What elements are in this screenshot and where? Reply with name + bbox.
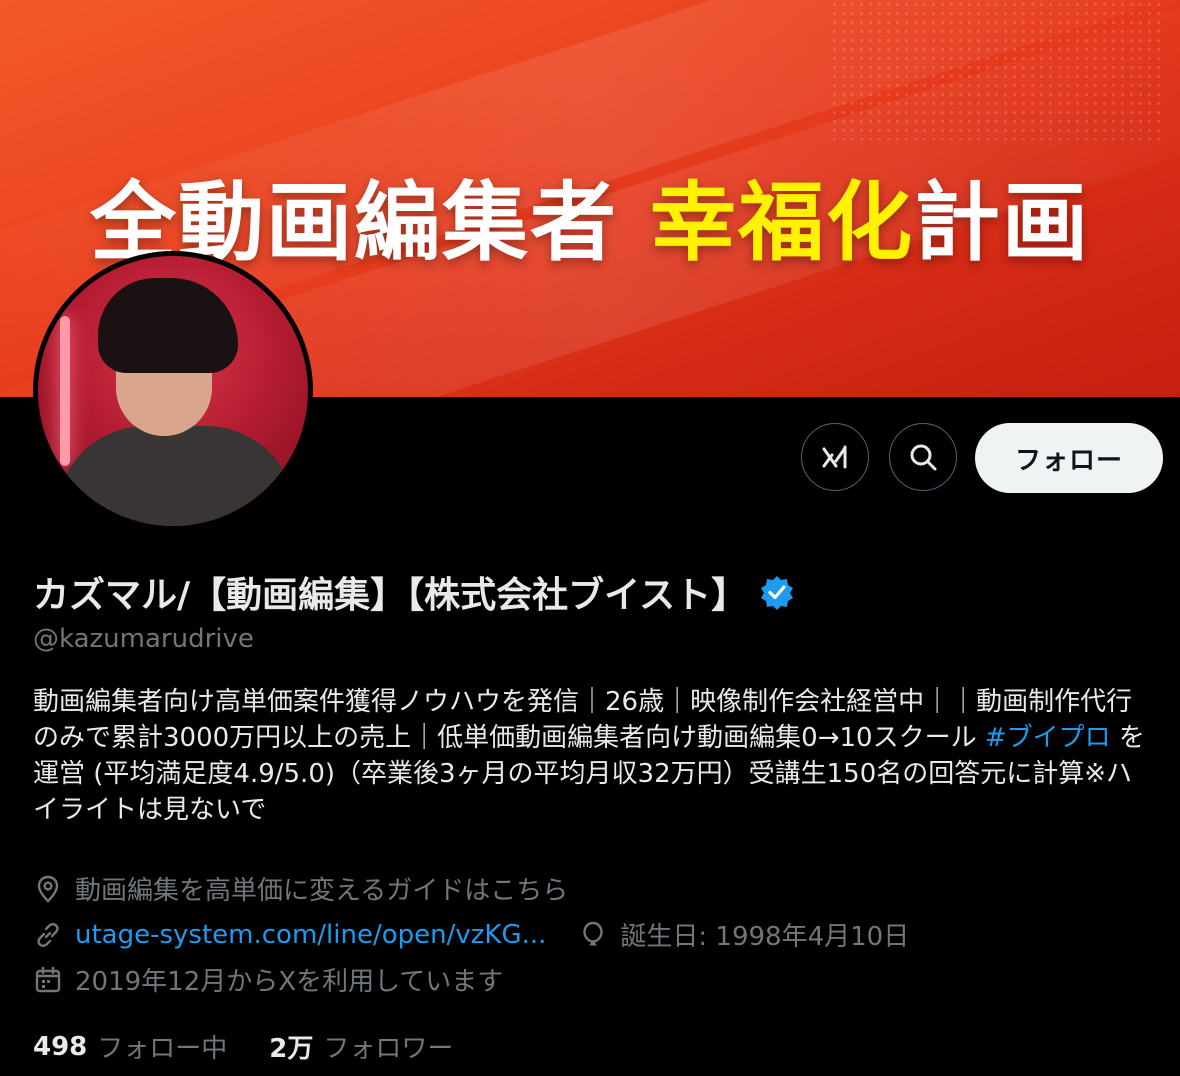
website-item: utage-system.com/line/open/vzKG...	[33, 920, 546, 950]
banner-title-white-end: 計画	[913, 173, 1090, 273]
handle: @kazumarudrive	[33, 624, 254, 654]
avatar-photo	[38, 256, 308, 526]
avatar-body	[56, 426, 296, 526]
followers-label[interactable]: フォロワー	[323, 1028, 453, 1065]
follow-counts: 498 フォロー中 2万 フォロワー	[33, 1028, 453, 1065]
grok-icon	[822, 445, 847, 469]
avatar-neon-light	[60, 316, 70, 466]
avatar[interactable]	[33, 251, 313, 531]
following-label[interactable]: フォロー中	[97, 1028, 227, 1065]
display-name: カズマル/【動画編集】【株式会社ブイスト】	[33, 566, 795, 618]
location-row: 動画編集を高単価に変えるガイドはこちら	[33, 870, 568, 907]
bio-text: 動画編集者向け高単価案件獲得ノウハウを発信｜26歳｜映像制作会社経営中｜｜動画制…	[33, 687, 1133, 753]
bio-hashtag-link[interactable]: #ブイプロ	[985, 723, 1111, 753]
following-count[interactable]: 498	[33, 1032, 87, 1062]
joined-text: 2019年12月からXを利用しています	[75, 967, 504, 997]
follow-button[interactable]: フォロー	[975, 423, 1163, 493]
link-birthday-row: utage-system.com/line/open/vzKG... 誕生日: …	[33, 916, 909, 953]
display-name-text: カズマル/【動画編集】【株式会社ブイスト】	[33, 575, 748, 616]
verified-badge-icon[interactable]	[759, 574, 795, 610]
balloon-icon	[583, 921, 604, 945]
banner-dot-pattern	[830, 0, 1160, 140]
website-link[interactable]: utage-system.com/line/open/vzKG...	[75, 920, 546, 950]
calendar-icon	[35, 966, 61, 992]
search-icon	[910, 444, 937, 471]
link-icon	[37, 922, 59, 947]
birthday-item: 誕生日: 1998年4月10日	[578, 916, 909, 953]
bio: 動画編集者向け高単価案件獲得ノウハウを発信｜26歳｜映像制作会社経営中｜｜動画制…	[33, 684, 1153, 828]
grok-button[interactable]	[801, 423, 869, 491]
birthday-text: 誕生日: 1998年4月10日	[620, 922, 910, 952]
location-pin-icon	[37, 875, 59, 903]
avatar-hair	[98, 278, 238, 373]
joined-row: 2019年12月からXを利用しています	[33, 961, 503, 998]
location-text: 動画編集を高単価に変えるガイドはこちら	[75, 876, 569, 906]
banner-title-yellow: 幸福化	[649, 173, 914, 273]
followers-count[interactable]: 2万	[269, 1028, 313, 1065]
search-button[interactable]	[889, 423, 957, 491]
